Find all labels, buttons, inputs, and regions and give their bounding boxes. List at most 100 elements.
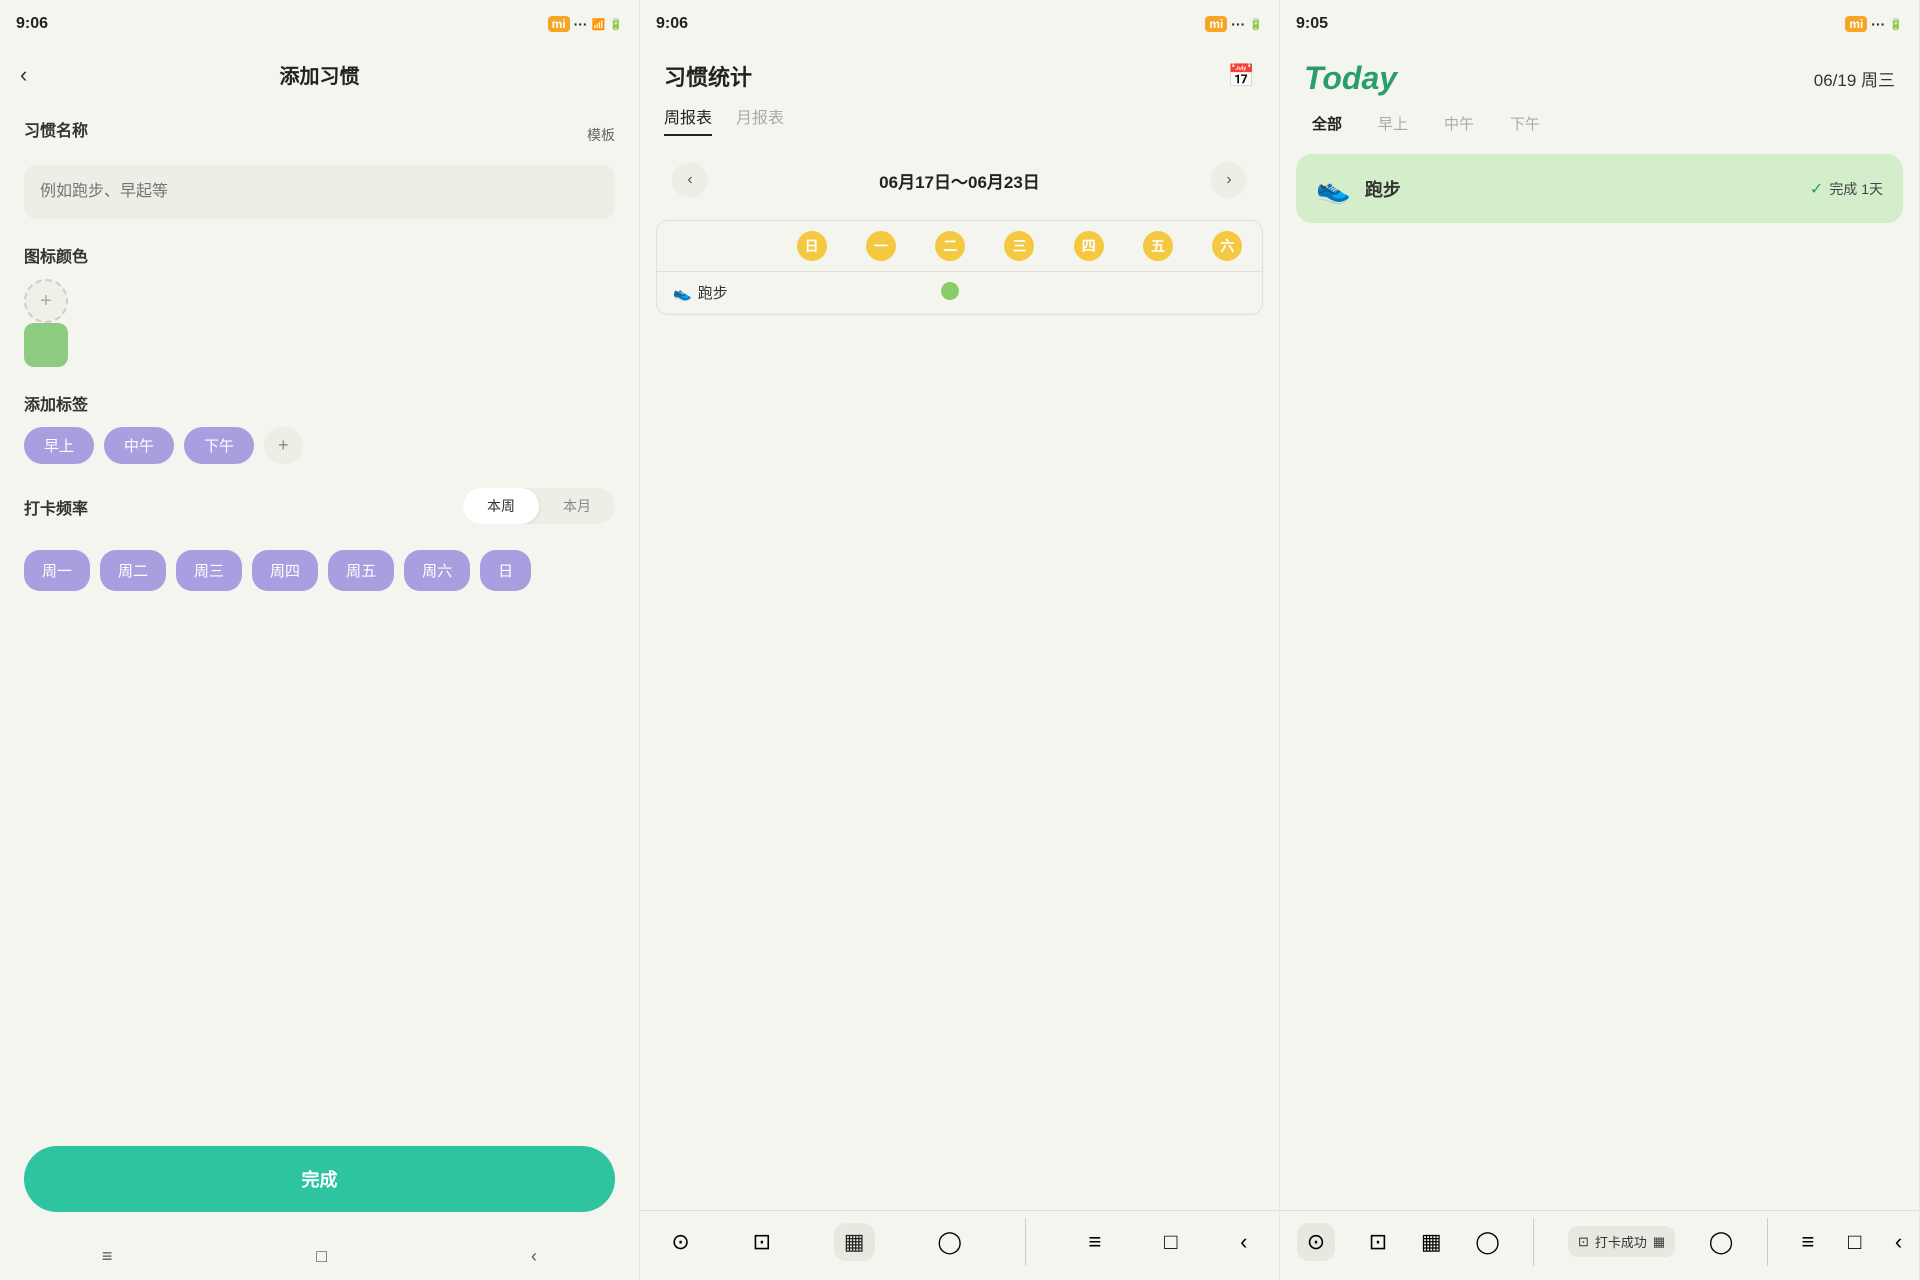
tags-section: 添加标签 早上 中午 下午 + xyxy=(24,391,615,464)
habit-row-info: 👟 跑步 xyxy=(663,282,771,303)
nav-today-icon[interactable]: ⊙ xyxy=(671,1229,689,1255)
sys-menu-3[interactable]: ≡ xyxy=(1802,1229,1815,1255)
icon-color-section: 图标颜色 + xyxy=(24,243,615,367)
today-title: Today xyxy=(1304,60,1397,97)
mi-icon-2: mi xyxy=(1205,16,1227,32)
table-header-fri: 五 xyxy=(1123,221,1192,272)
dots-icon: ··· xyxy=(574,16,588,32)
freq-month-btn[interactable]: 本月 xyxy=(539,488,615,524)
green-color-swatch[interactable] xyxy=(24,323,68,367)
tag-morning[interactable]: 早上 xyxy=(24,427,94,464)
status-icons-2: mi ··· 🔋 xyxy=(1205,16,1263,32)
template-button[interactable]: 模板 xyxy=(587,125,615,145)
sys-home-2[interactable]: □ xyxy=(1164,1229,1177,1255)
next-week-button[interactable]: › xyxy=(1211,162,1247,198)
panel1-title: 添加习惯 xyxy=(280,60,360,89)
check-sun xyxy=(777,272,846,314)
check-tue xyxy=(916,272,985,314)
day-tue[interactable]: 周二 xyxy=(100,550,166,591)
freq-header: 打卡频率 本周 本月 xyxy=(24,488,615,538)
nav-stats-icon-active[interactable]: ▦ xyxy=(834,1223,875,1261)
battery-icon-3: 🔋 xyxy=(1889,18,1903,31)
nav-stats-3[interactable]: ▦ xyxy=(1421,1229,1442,1255)
sys-back-2[interactable]: ‹ xyxy=(1240,1229,1247,1255)
frequency-section: 打卡频率 本周 本月 周一 周二 周三 周四 周五 周六 日 xyxy=(24,488,615,591)
panel2-header: 习惯统计 📅 xyxy=(640,48,1279,104)
day-sat[interactable]: 周六 xyxy=(404,550,470,591)
check-thu xyxy=(1054,272,1123,314)
table-header-sun: 日 xyxy=(777,221,846,272)
prev-week-button[interactable]: ‹ xyxy=(672,162,708,198)
habit-stats-panel: 9:06 mi ··· 🔋 习惯统计 📅 周报表 月报表 ‹ 06月17日～06… xyxy=(640,0,1280,1280)
sys-home-3[interactable]: □ xyxy=(1848,1229,1861,1255)
status-bar-3: 9:05 mi ··· 🔋 xyxy=(1280,0,1919,48)
status-time-1: 9:06 xyxy=(16,15,48,33)
signal-icon: 📶 xyxy=(592,18,606,31)
status-bar-2: 9:06 mi ··· 🔋 xyxy=(640,0,1279,48)
add-color-button[interactable]: + xyxy=(24,279,68,323)
sys-back-3[interactable]: ‹ xyxy=(1895,1229,1902,1255)
add-habit-panel: 9:06 mi ··· 📶 🔋 ‹ 添加习惯 习惯名称 模板 图标颜色 + xyxy=(0,0,640,1280)
nav-circle-3[interactable]: ◯ xyxy=(1709,1229,1734,1255)
menu-icon-1[interactable]: ≡ xyxy=(102,1246,113,1267)
week-range-label: 06月17日～06月23日 xyxy=(879,168,1040,193)
day-thu[interactable]: 周四 xyxy=(252,550,318,591)
complete-badge: ✓ 完成 1天 xyxy=(1810,179,1883,199)
status-bar-1: 9:06 mi ··· 📶 🔋 xyxy=(0,0,639,48)
habit-name-header: 习惯名称 模板 xyxy=(24,117,615,153)
tag-afternoon[interactable]: 下午 xyxy=(184,427,254,464)
day-chips-row: 周一 周二 周三 周四 周五 周六 日 xyxy=(24,550,615,591)
shoe-icon-card: 👟 xyxy=(1316,172,1351,205)
check-dot-tue xyxy=(941,282,959,300)
table-row: 👟 跑步 xyxy=(657,272,1262,314)
back-button[interactable]: ‹ xyxy=(20,62,27,88)
day-fri[interactable]: 周五 xyxy=(328,550,394,591)
panel2-title: 习惯统计 xyxy=(664,60,752,92)
color-row: + xyxy=(24,279,615,367)
tab-week[interactable]: 周报表 xyxy=(664,104,712,136)
today-panel: 9:05 mi ··· 🔋 Today 06/19 周三 全部 早上 中午 下午… xyxy=(1280,0,1920,1280)
freq-week-btn[interactable]: 本周 xyxy=(463,488,539,524)
status-icons-3: mi ··· 🔋 xyxy=(1845,16,1903,32)
habit-name-input[interactable] xyxy=(24,165,615,219)
check-wed xyxy=(985,272,1054,314)
nav-today-3[interactable]: ⊙ xyxy=(1297,1223,1335,1261)
habit-row-label-cell: 👟 跑步 xyxy=(657,272,777,314)
day-mon[interactable]: 周一 xyxy=(24,550,90,591)
status-time-3: 9:05 xyxy=(1296,15,1328,33)
nav-user-3[interactable]: ◯ xyxy=(1475,1229,1500,1255)
tab-month[interactable]: 月报表 xyxy=(736,104,784,136)
nav-frame-icon[interactable]: ⊡ xyxy=(753,1229,771,1255)
filter-row: 全部 早上 中午 下午 xyxy=(1280,109,1919,138)
check-fri xyxy=(1123,272,1192,314)
nav-user-icon[interactable]: ◯ xyxy=(937,1229,962,1255)
done-button[interactable]: 完成 xyxy=(24,1146,615,1212)
tags-label: 添加标签 xyxy=(24,391,615,415)
status-time-2: 9:06 xyxy=(656,15,688,33)
tag-add-button[interactable]: + xyxy=(264,427,303,464)
day-wed[interactable]: 周三 xyxy=(176,550,242,591)
complete-label: 完成 1天 xyxy=(1829,179,1883,199)
calendar-icon[interactable]: 📅 xyxy=(1228,63,1255,89)
home-icon-1[interactable]: □ xyxy=(316,1246,327,1267)
tag-chips-row: 早上 中午 下午 + xyxy=(24,427,615,464)
filter-all[interactable]: 全部 xyxy=(1304,109,1350,138)
nav-frame-3[interactable]: ⊡ xyxy=(1369,1229,1387,1255)
panel1-header: ‹ 添加习惯 xyxy=(0,48,639,101)
freq-toggle: 本周 本月 xyxy=(463,488,615,524)
habit-name-label: 习惯名称 xyxy=(24,117,88,141)
dots-icon-3: ··· xyxy=(1871,16,1885,32)
sys-nav-1: ≡ □ ‹ xyxy=(0,1232,639,1280)
checkin-badge: ⊡ 打卡成功 ▦ xyxy=(1568,1226,1675,1257)
filter-morning[interactable]: 早上 xyxy=(1370,109,1416,138)
filter-afternoon[interactable]: 下午 xyxy=(1502,109,1548,138)
habit-card-name: 跑步 xyxy=(1365,176,1401,202)
day-sun[interactable]: 日 xyxy=(480,550,531,591)
sys-menu-2[interactable]: ≡ xyxy=(1089,1229,1102,1255)
filter-noon[interactable]: 中午 xyxy=(1436,109,1482,138)
tag-noon[interactable]: 中午 xyxy=(104,427,174,464)
habit-card-running[interactable]: 👟 跑步 ✓ 完成 1天 xyxy=(1296,154,1903,223)
check-sat xyxy=(1193,272,1262,314)
back-icon-1[interactable]: ‹ xyxy=(531,1246,537,1267)
habit-card-info: 👟 跑步 xyxy=(1316,172,1401,205)
